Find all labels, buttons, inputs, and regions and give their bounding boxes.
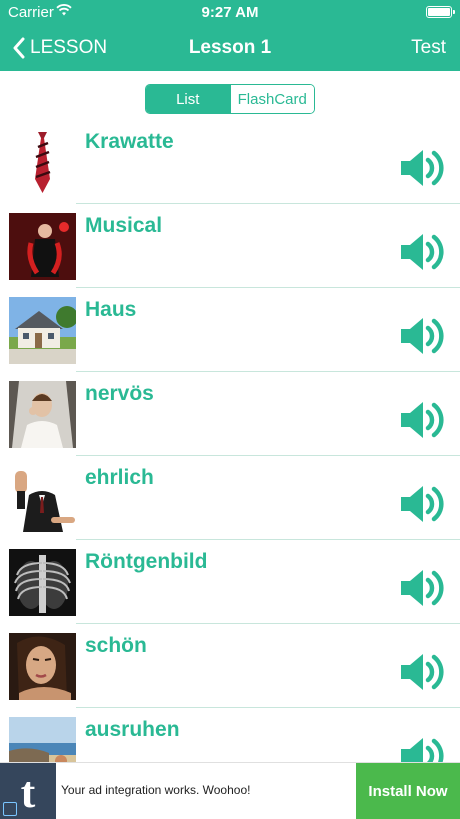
speaker-icon[interactable] <box>399 312 447 360</box>
xray-image <box>9 549 76 616</box>
necktie-image <box>9 129 76 196</box>
speaker-icon[interactable] <box>399 396 447 444</box>
install-now-button[interactable]: Install Now <box>356 763 460 819</box>
word-label: Röntgenbild <box>85 550 208 573</box>
list-item[interactable]: Röntgenbild <box>0 540 460 624</box>
ad-text: Your ad integration works. Woohoo! <box>61 783 251 797</box>
ad-banner[interactable]: t Your ad integration works. Woohoo! Ins… <box>0 762 460 819</box>
word-label: Musical <box>85 214 163 237</box>
list-item[interactable]: Krawatte <box>0 120 460 204</box>
list-item[interactable]: nervös <box>0 372 460 456</box>
word-list[interactable]: Krawatte Musical Haus nervös ehrlich Rön… <box>0 120 460 762</box>
beach-rest-image <box>9 717 76 762</box>
segment-flashcard[interactable]: FlashCard <box>229 85 314 113</box>
musical-image <box>9 213 76 280</box>
raised-hand-image <box>9 465 76 532</box>
house-image <box>9 297 76 364</box>
page-title: Lesson 1 <box>188 37 272 58</box>
nervous-bride-image <box>9 381 76 448</box>
speaker-icon[interactable] <box>399 732 447 762</box>
segment-list[interactable]: List <box>146 85 230 113</box>
speaker-icon[interactable] <box>399 228 447 276</box>
word-label: ausruhen <box>85 718 180 741</box>
speaker-icon[interactable] <box>399 144 447 192</box>
tumblr-logo: t <box>0 763 56 819</box>
clock: 9:27 AM <box>201 4 259 21</box>
speaker-icon[interactable] <box>399 648 447 696</box>
battery-icon <box>426 6 455 18</box>
woman-portrait-image <box>9 633 76 700</box>
word-label: Krawatte <box>85 130 174 153</box>
test-button[interactable]: Test <box>411 37 446 59</box>
navigation-bar: LESSON Lesson 1 Test <box>0 24 460 71</box>
word-label: ehrlich <box>85 466 154 489</box>
word-label: schön <box>85 634 147 657</box>
list-item[interactable]: Haus <box>0 288 460 372</box>
status-bar: Carrier 9:27 AM <box>0 0 460 24</box>
word-label: Haus <box>85 298 137 321</box>
list-item[interactable]: schön <box>0 624 460 708</box>
adchoices-icon[interactable] <box>3 802 17 816</box>
list-item[interactable]: Musical <box>0 204 460 288</box>
list-item[interactable]: ehrlich <box>0 456 460 540</box>
speaker-icon[interactable] <box>399 564 447 612</box>
list-item[interactable]: ausruhen <box>0 708 460 762</box>
word-label: nervös <box>85 382 154 405</box>
view-mode-segmented-control: List FlashCard <box>145 84 315 114</box>
speaker-icon[interactable] <box>399 480 447 528</box>
